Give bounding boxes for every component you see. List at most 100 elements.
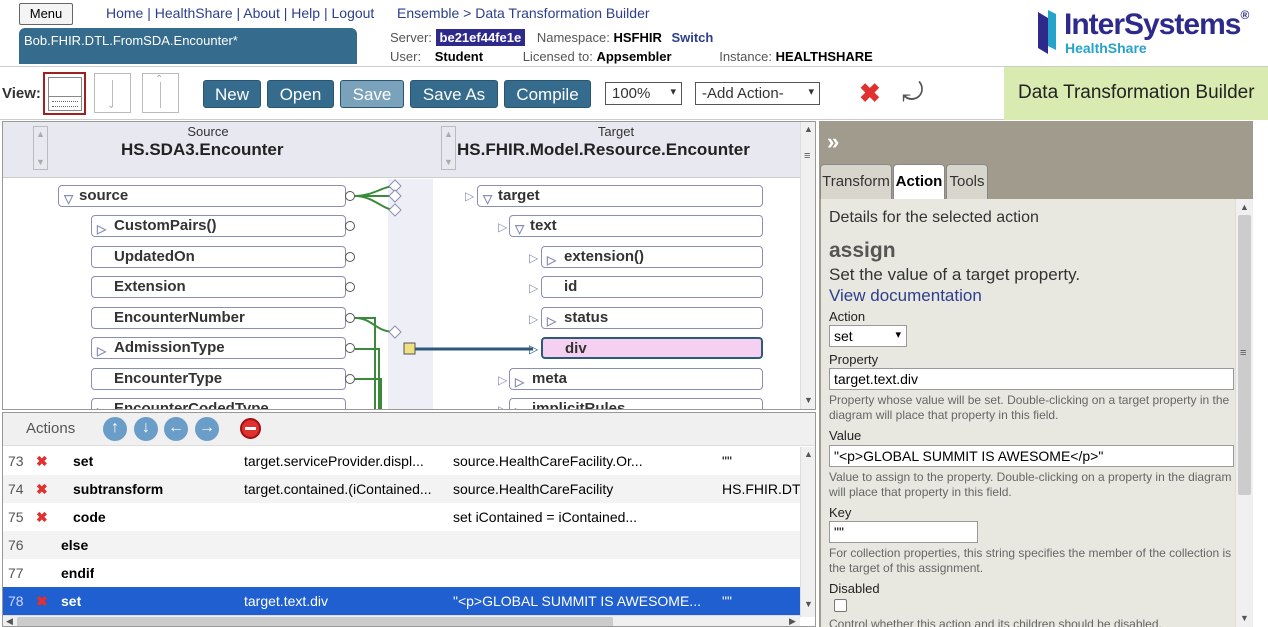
collapse-icon[interactable]: ▽ [64,189,73,209]
action-row-76[interactable]: 76 else [3,531,800,559]
view-actions-only-icon[interactable]: ⌃ [142,73,179,113]
compile-button[interactable]: Compile [504,80,591,108]
source-connector-knob[interactable] [345,282,355,292]
remove-action-icon[interactable] [240,418,261,439]
delete-row-icon[interactable]: ✖ [36,503,48,531]
details-scrollbar[interactable]: ▲ ≡ ▼ [1235,199,1253,627]
expand-icon[interactable]: ▷ [515,402,524,409]
property-input[interactable]: target.text.div [829,368,1234,390]
delete-row-icon[interactable]: ✖ [36,587,48,615]
source-connector-knob[interactable] [345,374,355,384]
source-node-encountertype[interactable]: EncounterType [91,368,346,390]
scroll-right-icon[interactable]: ▶ [789,616,796,626]
nav-logout[interactable]: Logout [332,5,375,21]
action-select[interactable]: set ▾ [829,325,907,347]
source-node-encounternumber[interactable]: EncounterNumber [91,307,346,329]
target-node-status[interactable]: ▷ status [541,307,763,329]
expand-icon[interactable]: ▷ [547,311,556,331]
save-button[interactable]: Save [340,80,404,108]
scroll-down-icon[interactable]: ▼ [804,599,813,609]
save-as-button[interactable]: Save As [410,80,498,108]
action-row-74[interactable]: 74 ✖ subtransform target.contained.(iCon… [3,475,800,503]
target-anchor-icon[interactable]: ▷ [529,251,538,265]
source-connector-knob[interactable] [345,221,355,231]
move-right-icon[interactable]: → [195,417,219,441]
add-action-select[interactable]: -Add Action- ▾ [695,82,820,105]
scroll-left-icon[interactable]: ◀ [6,616,13,626]
tab-action[interactable]: Action [893,164,945,199]
nav-help[interactable]: Help [291,5,320,21]
target-anchor-icon[interactable]: ▷ [498,220,507,234]
tab-transform[interactable]: Transform [820,164,892,199]
menu-button[interactable]: Menu [19,3,73,25]
scroll-grip-icon[interactable]: ≡ [1240,347,1246,359]
target-anchor-icon[interactable]: ▷ [529,281,538,295]
new-button[interactable]: New [203,80,261,108]
nav-home[interactable]: Home [106,5,143,21]
target-node-extension[interactable]: ▷ extension() [541,246,763,268]
target-anchor-icon[interactable]: ▷ [465,189,474,203]
delete-icon[interactable]: ✖ [859,80,881,106]
source-node-custompairs[interactable]: ▷ CustomPairs() [91,215,346,237]
source-node-root[interactable]: ▽ source [58,185,346,207]
source-connector-knob[interactable] [345,313,355,323]
nav-about[interactable]: About [243,5,280,21]
target-node-meta[interactable]: ▷ meta [509,368,763,390]
expand-icon[interactable]: ▷ [97,219,106,239]
actions-scrollbar[interactable]: ▲ ▼ [800,447,815,617]
source-connector-knob[interactable] [345,343,355,353]
collapse-panel-icon[interactable]: » [827,129,839,155]
disabled-checkbox[interactable] [834,599,847,612]
source-connector-knob[interactable] [345,191,355,201]
collapse-icon[interactable]: ▽ [515,219,524,239]
move-down-icon[interactable]: ↓ [134,417,158,441]
target-node-text[interactable]: ▽ text [509,215,763,237]
actions-hscrollbar[interactable]: ◀ ▶ [3,615,800,626]
delete-row-icon[interactable]: ✖ [36,475,48,503]
action-row-77[interactable]: 77 endif [3,559,800,587]
target-node-id[interactable]: id [541,276,763,298]
target-node-root[interactable]: ▽ target [477,185,763,207]
target-anchor-icon[interactable]: ▷ [529,342,538,356]
zoom-select[interactable]: 100% ▾ [605,82,682,105]
scroll-thumb[interactable] [17,617,613,626]
scroll-down-icon[interactable]: ▼ [804,395,813,405]
scroll-up-icon[interactable]: ▲ [804,449,813,459]
source-node-updatedon[interactable]: UpdatedOn [91,246,346,268]
diagram-scrollbar[interactable]: ▲ ≡ ▼ [800,122,815,409]
document-tab[interactable]: Bob.FHIR.DTL.FromSDA.Encounter* [19,28,357,64]
breadcrumb[interactable]: Ensemble > Data Transformation Builder [397,5,650,21]
undo-icon[interactable]: ⤾ [902,79,924,105]
scroll-down-icon[interactable]: ▼ [1240,613,1249,623]
scroll-up-icon[interactable]: ▲ [1240,202,1249,212]
move-up-icon[interactable]: ↑ [103,417,127,441]
action-row-78[interactable]: 78 ✖ set target.text.div "<p>GLOBAL SUMM… [3,587,800,615]
action-row-75[interactable]: 75 ✖ code set iContained = iContained... [3,503,800,531]
target-anchor-icon[interactable]: ▷ [498,373,507,387]
target-anchor-icon[interactable]: ▷ [529,312,538,326]
view-documentation-link[interactable]: View documentation [829,286,982,306]
action-row-73[interactable]: 73 ✖ set target.serviceProvider.displ...… [3,447,800,475]
expand-icon[interactable]: ▷ [515,372,524,392]
source-node-extension[interactable]: Extension [91,276,346,298]
scroll-grip-icon[interactable]: ≡ [804,150,810,162]
scroll-up-icon[interactable]: ▲ [804,124,813,134]
value-input[interactable]: "<p>GLOBAL SUMMIT IS AWESOME</p>" [829,445,1234,467]
expand-icon[interactable]: ▷ [97,402,106,409]
key-input[interactable]: "" [829,521,978,543]
nav-healthshare[interactable]: HealthShare [155,5,233,21]
expand-icon[interactable]: ▷ [97,341,106,361]
open-button[interactable]: Open [267,80,334,108]
switch-link[interactable]: Switch [671,30,713,45]
tab-tools[interactable]: Tools [946,164,988,199]
view-diagram-actions-icon[interactable] [43,72,86,115]
delete-row-icon[interactable]: ✖ [36,447,48,475]
view-diagram-only-icon[interactable]: ⌄ [94,73,131,113]
target-anchor-icon[interactable]: ▷ [498,403,507,409]
source-connector-knob[interactable] [345,252,355,262]
target-node-implicitrules[interactable]: ▷ implicitRules [509,398,763,409]
move-left-icon[interactable]: ← [164,417,188,441]
source-node-admissiontype[interactable]: ▷ AdmissionType [91,337,346,359]
source-node-encountercodedtype[interactable]: ▷ EncounterCodedType [91,398,346,409]
target-node-div[interactable]: div [541,337,763,359]
